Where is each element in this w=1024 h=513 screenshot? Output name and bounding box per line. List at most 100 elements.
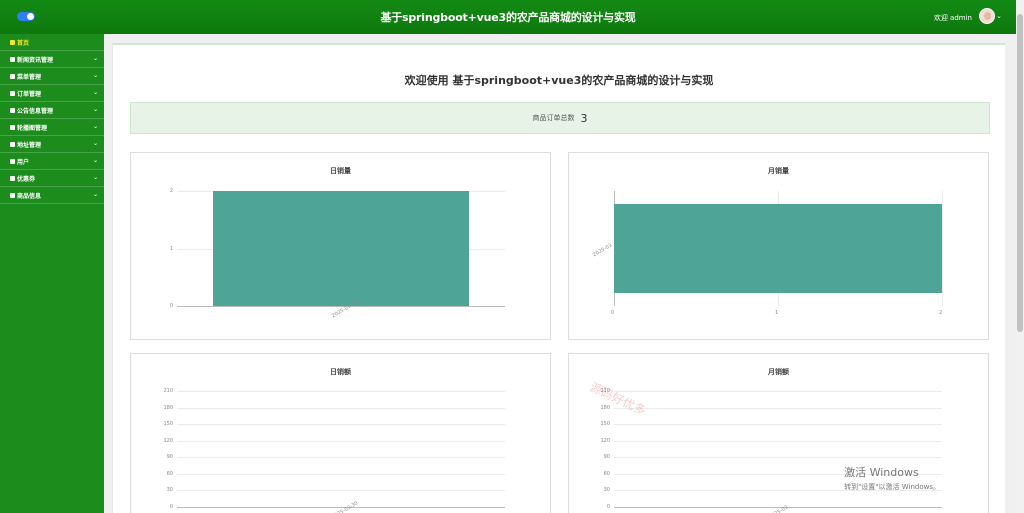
bar (213, 191, 469, 306)
chevron-down-icon: ⌄ (92, 140, 98, 147)
chevron-down-icon: ⌄ (92, 89, 98, 96)
sidebar-item-label: 公告信息管理 (17, 107, 54, 115)
x-tick-label: 0 (611, 310, 615, 316)
main-panel: 欢迎使用 基于springboot+vue3的农产品商城的设计与实现 商品订单总… (112, 43, 1005, 513)
y-tick-label: 180 (600, 404, 610, 411)
gridline (614, 440, 942, 442)
gridline (177, 440, 505, 442)
gridline (614, 457, 942, 459)
chevron-down-icon: ⌄ (92, 157, 98, 164)
chart-title: 月销额 (768, 368, 789, 376)
gridline (177, 391, 505, 392)
notice-icon (10, 107, 15, 113)
y-tick-label: 0 (169, 504, 173, 510)
gridline (614, 391, 942, 392)
sidebar-item-label: 地址管理 (17, 141, 42, 149)
y-tick-label: 120 (163, 437, 173, 444)
chevron-down-icon: ⌄ (92, 72, 98, 79)
page-scrollbar[interactable] (1016, 0, 1024, 513)
avatar-face (984, 12, 991, 20)
sidebar-item-label: 用户 (17, 158, 30, 166)
y-tick-label: 30 (166, 487, 173, 494)
order-icon (10, 90, 15, 96)
y-tick-label: 210 (163, 388, 173, 394)
chevron-down-icon: ⌄ (92, 123, 98, 130)
y-tick-label: 90 (603, 454, 610, 461)
y-tick-label: 60 (603, 470, 610, 477)
sidebar-item-home[interactable]: 首页 (0, 34, 104, 51)
x-tick-label: 2 (939, 310, 943, 316)
y-tick-label: 2025-03 (592, 242, 614, 258)
activation-title: 激活 Windows (844, 466, 919, 479)
y-tick-label: 1 (169, 245, 173, 252)
chevron-down-icon: ⌄ (92, 174, 98, 181)
order-total-stat: 商品订单总数 3 (130, 102, 990, 134)
gridline (614, 407, 942, 409)
chevron-down-icon: ⌄ (92, 55, 98, 62)
chevron-down-icon: ⌄ (92, 106, 98, 113)
sidebar-item-carousel[interactable]: 轮播图管理 ⌄ (0, 119, 104, 136)
sidebar-item-label: 优惠券 (17, 175, 36, 183)
y-tick-label: 2 (169, 188, 173, 194)
sidebar-item-notices[interactable]: 公告信息管理 ⌄ (0, 102, 104, 119)
sidebar: 首页 新闻资讯管理 ⌄ 菜单管理 ⌄ 订单管理 ⌄ 公告信息管理 ⌄ 轮播图管理 ⌄ 地址… (0, 34, 104, 513)
user-icon (10, 158, 15, 164)
sidebar-item-menu[interactable]: 菜单管理 ⌄ (0, 68, 104, 85)
menu-icon (10, 73, 15, 79)
sidebar-item-address[interactable]: 地址管理 ⌄ (0, 136, 104, 153)
app-title: 基于springboot+vue3的农产品商城的设计与实现 (380, 11, 636, 24)
y-tick-label: 30 (603, 487, 610, 494)
scrollbar-thumb[interactable] (1017, 14, 1023, 332)
gridline (177, 490, 505, 492)
sidebar-item-label: 新闻资讯管理 (17, 56, 54, 64)
sidebar-item-orders[interactable]: 订单管理 ⌄ (0, 85, 104, 102)
coupon-icon (10, 175, 15, 181)
y-tick-label: 0 (606, 504, 610, 510)
y-tick-label: 120 (600, 437, 610, 444)
gridline (177, 407, 505, 409)
address-icon (10, 141, 15, 147)
gridline (177, 424, 505, 426)
x-tick-label: 2025-03 (768, 504, 790, 513)
sidebar-item-news[interactable]: 新闻资讯管理 ⌄ (0, 51, 104, 68)
avatar[interactable] (979, 8, 995, 24)
chart-title: 月销量 (768, 167, 789, 175)
stat-value: 3 (580, 111, 588, 125)
gridline (177, 473, 505, 475)
sidebar-item-label: 订单管理 (17, 90, 42, 98)
sidebar-item-goods[interactable]: 商品信息 ⌄ (0, 187, 104, 204)
welcome-text: 欢迎 admin (933, 14, 972, 22)
daily-sales-chart-card: 日销量 0 1 2 2025-03-30 (130, 152, 551, 340)
y-tick-label: 180 (163, 404, 173, 411)
goods-icon (10, 192, 15, 198)
sidebar-item-label: 菜单管理 (17, 73, 42, 81)
doc-icon (10, 56, 15, 62)
chart-title: 日销额 (330, 368, 351, 376)
gridline (177, 457, 505, 459)
sidebar-item-label: 轮播图管理 (17, 124, 48, 132)
gridline (942, 191, 943, 306)
bar (614, 203, 942, 294)
chart-title: 日销量 (330, 167, 351, 175)
y-tick-label: 60 (166, 470, 173, 477)
page-title: 欢迎使用 基于springboot+vue3的农产品商城的设计与实现 (404, 74, 714, 87)
image-icon (10, 124, 15, 130)
y-tick-label: 90 (166, 454, 173, 461)
sidebar-item-label: 首页 (17, 39, 30, 47)
home-icon (10, 39, 15, 45)
y-tick-label: 150 (600, 421, 610, 428)
sidebar-item-label: 商品信息 (17, 192, 42, 200)
chevron-down-icon: ⌄ (92, 191, 98, 198)
sidebar-item-coupons[interactable]: 优惠券 ⌄ (0, 170, 104, 187)
activation-hint: 转到"设置"以激活 Windows。 (844, 483, 940, 491)
daily-revenue-chart-card: 日销额 0 30 60 90 120 150 180 210 2025-03-30 (130, 353, 551, 513)
windows-activation-notice: 激活 Windows 转到"设置"以激活 Windows。 (844, 464, 940, 492)
gridline (614, 424, 942, 426)
y-tick-label: 150 (163, 421, 173, 428)
stat-label: 商品订单总数 (532, 114, 575, 122)
chevron-down-icon[interactable]: ⌄ (996, 12, 1002, 20)
x-tick-label: 1 (775, 310, 779, 316)
y-tick-label: 0 (169, 303, 173, 309)
monthly-sales-chart-card: 月销量 0 1 2 2025-03 (568, 152, 989, 340)
sidebar-item-users[interactable]: 用户 ⌄ (0, 153, 104, 170)
